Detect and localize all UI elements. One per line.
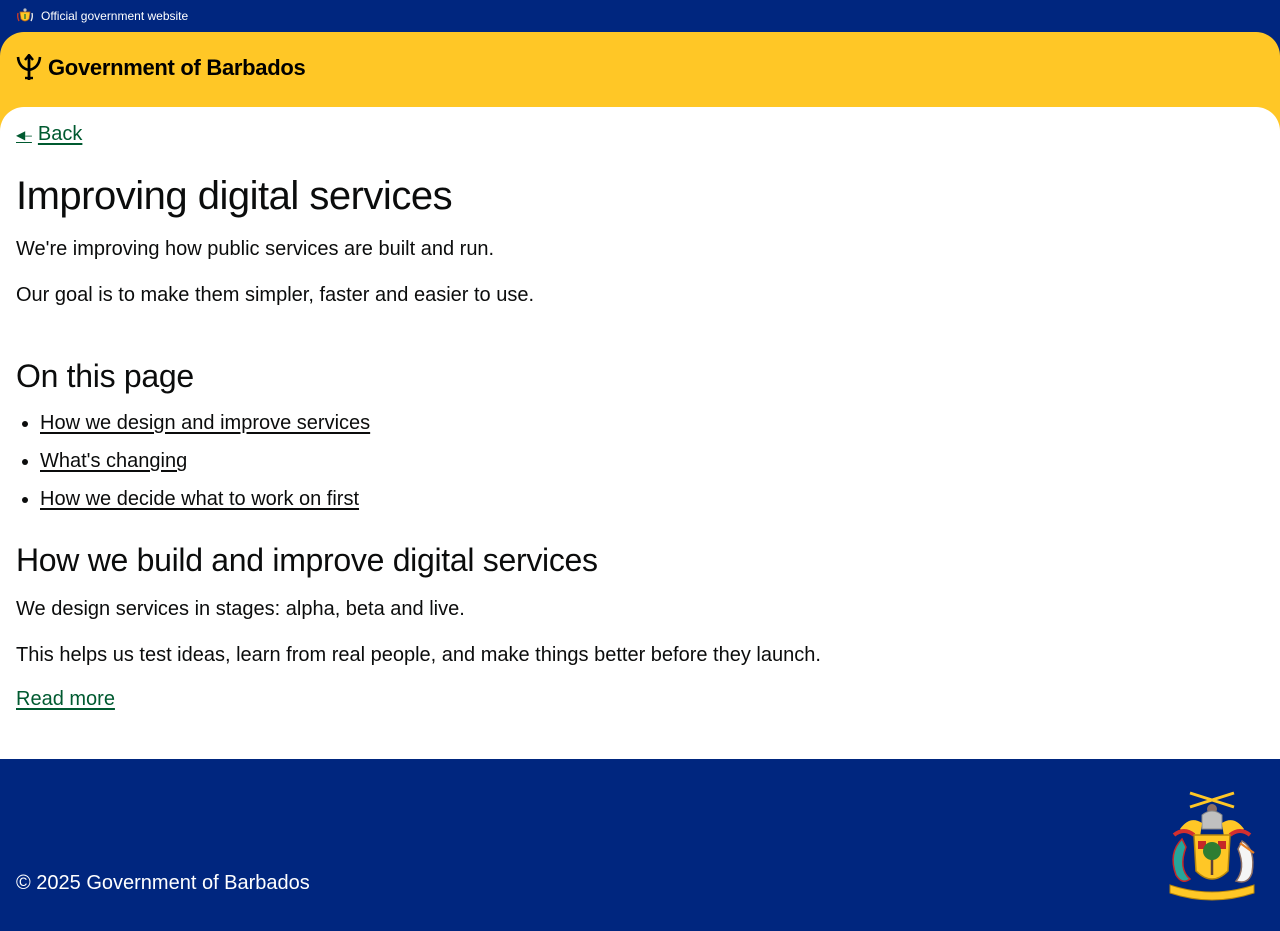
on-this-page-list: How we design and improve services What'… [16, 410, 1264, 512]
coat-of-arms-icon [1169, 791, 1255, 901]
intro-paragraph: Our goal is to make them simpler, faster… [16, 284, 535, 306]
back-link-label: Back [37, 123, 83, 145]
list-item: How we design and improve services [40, 410, 1264, 436]
section-heading: How we build and improve digital service… [16, 542, 598, 578]
copyright-text: © 2025 Government of Barbados [16, 872, 310, 894]
main-content: ◀– Back Improving digital services We're… [0, 107, 1280, 759]
site-footer: © 2025 Government of Barbados [0, 759, 1280, 931]
list-item: How we decide what to work on first [40, 486, 1264, 512]
intro-paragraph: We're improving how public services are … [16, 238, 495, 260]
back-arrow-icon: ◀– [16, 127, 32, 142]
toc-link-whats-changing[interactable]: What's changing [40, 450, 187, 472]
toc-link-design-improve[interactable]: How we design and improve services [40, 412, 370, 434]
trident-icon [16, 54, 42, 80]
home-logo-link[interactable]: Government of Barbados [16, 54, 306, 82]
official-banner: Official government website [0, 0, 1280, 32]
toc-link-decide-priorities[interactable]: How we decide what to work on first [40, 488, 359, 510]
section-paragraph: We design services in stages: alpha, bet… [16, 598, 465, 620]
official-website-text: Official government website [41, 9, 189, 23]
page-title: Improving digital services [16, 174, 453, 218]
read-more-link[interactable]: Read more [16, 688, 115, 711]
coat-of-arms-icon [16, 8, 34, 22]
on-this-page-heading: On this page [16, 358, 194, 394]
list-item: What's changing [40, 448, 1264, 474]
brand-name: Government of Barbados [48, 55, 306, 80]
section-paragraph: This helps us test ideas, learn from rea… [16, 644, 821, 666]
back-link[interactable]: ◀– Back [16, 123, 82, 146]
